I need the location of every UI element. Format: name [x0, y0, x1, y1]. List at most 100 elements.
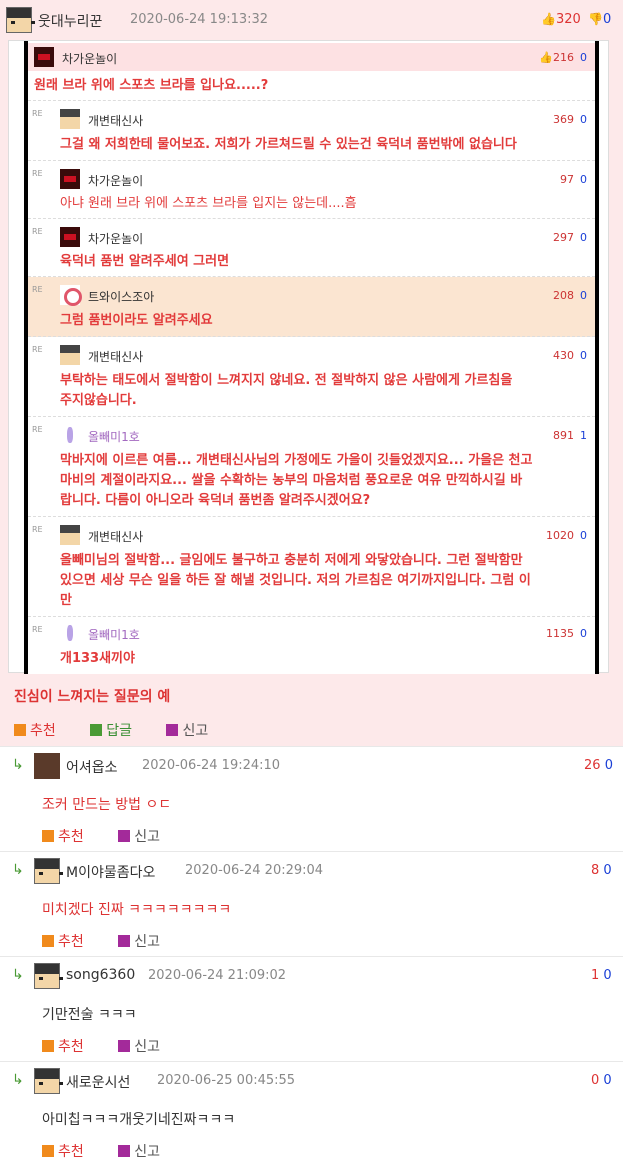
comment-votes[interactable]: 8 0 [591, 863, 612, 878]
reply-indicator-icon: RE [32, 109, 43, 118]
avatar[interactable] [34, 1068, 63, 1094]
avatar [60, 285, 82, 306]
downvote-count[interactable]: 👎0 [588, 12, 611, 27]
recommend-button[interactable]: 추천 [42, 826, 84, 846]
reply-indicator-icon: RE [32, 169, 43, 178]
comment-text-line: 만 [60, 593, 72, 608]
post-header: 웃대누리꾼 2020-06-24 19:13:32 👍320 👎0 [0, 0, 623, 40]
post-date: 2020-06-24 19:13:32 [130, 12, 269, 27]
avatar [60, 425, 80, 445]
comment-text: 조커 만드는 방법 ㅇㄷ [42, 797, 172, 813]
comment-author[interactable]: 새로운시선 [66, 1072, 130, 1092]
thread-comment: RE 차가운놀이 97 0 아냐 원래 브라 위에 스포츠 브라를 입지는 않는데… [28, 161, 595, 219]
reply-indicator-icon: RE [32, 285, 43, 294]
comment-author[interactable]: song6360 [66, 967, 135, 983]
upvote-count[interactable]: 👍320 [541, 12, 581, 27]
comment-item: ↳ song6360 2020-06-24 21:09:02 1 0 기만전술 … [0, 956, 623, 1061]
post-actions: 추천 답글 신고 [14, 720, 238, 740]
thread-comment: RE 개변태신사 430 0 부탁하는 태도에서 절박함이 느껴지지 않네요. 전… [28, 337, 595, 417]
comment-item: ↳ 어셔옵소 2020-06-24 19:24:10 26 0 조커 만드는 방… [0, 746, 623, 851]
thumb-up-icon: 👍 [541, 12, 556, 26]
report-icon [166, 724, 179, 736]
comment-text: 원래 브라 위에 스포츠 브라를 입나요.....? [34, 78, 269, 93]
comment-author: 올빼미1호 [88, 628, 140, 642]
comment-votes[interactable]: 26 0 [584, 758, 613, 773]
comment-date: 2020-06-24 20:29:04 [185, 863, 324, 878]
reply-indicator-icon: RE [32, 425, 43, 434]
thread-comment: RE 올빼미1호 891 1 막바지에 이르른 여름... 개변태신사님의 가정에… [28, 417, 595, 517]
recommend-button[interactable]: 추천 [42, 1141, 84, 1161]
comment-text: 아냐 원래 브라 위에 스포츠 브라를 입지는 않는데....흠 [60, 196, 357, 211]
thread-comment: RE 차가운놀이 297 0 육덕녀 품번 알려주세여 그러면 [28, 219, 595, 277]
comment-text-line: 주지않습니다. [60, 393, 137, 408]
avatar [60, 109, 80, 129]
avatar[interactable] [34, 858, 63, 884]
avatar [60, 623, 80, 643]
report-button[interactable]: 신고 [118, 1036, 160, 1056]
plus-icon [42, 1040, 54, 1052]
report-button[interactable]: 신고 [118, 931, 160, 951]
embedded-comment-thread: 차가운놀이 👍216 0 원래 브라 위에 스포츠 브라를 입나요.....? R… [24, 41, 599, 674]
reply-indicator-icon: RE [32, 227, 43, 236]
comment-text: 미치겠다 진짜 ㅋㅋㅋㅋㅋㅋㅋㅋ [42, 902, 232, 918]
comment-text: 기만전술 ㅋㅋㅋ [42, 1007, 137, 1023]
avatar [60, 525, 80, 545]
reply-arrow-icon: ↳ [12, 967, 24, 983]
thread-comment: RE 올빼미1호 1135 0 개133새끼야 [28, 617, 595, 674]
comment-actions: 추천 신고 [42, 931, 190, 951]
report-button[interactable]: 신고 [118, 1141, 160, 1161]
report-icon [118, 935, 131, 947]
comment-score: 1135 0 [546, 627, 587, 640]
reply-icon [90, 724, 103, 736]
comment-score: 97 0 [560, 173, 587, 186]
comment-author[interactable]: M이야물좀다오 [66, 862, 155, 882]
comment-date: 2020-06-25 00:45:55 [157, 1073, 296, 1088]
avatar [60, 345, 80, 365]
comment-votes[interactable]: 0 0 [591, 1073, 612, 1088]
report-icon [118, 1040, 131, 1052]
plus-icon [42, 830, 54, 842]
thread-comment: RE 트와이스조아 208 0 그럼 품번이라도 알려주세요 [28, 277, 595, 337]
comment-author[interactable]: 어셔옵소 [66, 757, 118, 777]
thread-top-text-row: 원래 브라 위에 스포츠 브라를 입나요.....? [28, 71, 595, 101]
avatar [60, 169, 80, 189]
reply-arrow-icon: ↳ [12, 757, 24, 773]
report-button[interactable]: 신고 [166, 720, 208, 740]
comment-score: 1020 0 [546, 529, 587, 542]
recommend-button[interactable]: 추천 [14, 720, 56, 740]
avatar[interactable] [6, 7, 35, 33]
comment-author: 트와이스조아 [88, 290, 155, 304]
recommend-button[interactable]: 추천 [42, 931, 84, 951]
comment-votes[interactable]: 1 0 [591, 968, 612, 983]
report-icon [118, 830, 131, 842]
comment-score: 208 0 [553, 289, 587, 302]
comment-text: 아미칩ㅋㅋㅋ개웃기네진짜ㅋㅋㅋ [42, 1112, 236, 1128]
plus-icon [42, 935, 54, 947]
comment-score: 430 0 [553, 349, 587, 362]
comment-author: 개변태신사 [88, 114, 144, 128]
comment-author: 차가운놀이 [62, 52, 118, 66]
avatar [34, 47, 54, 67]
avatar [60, 227, 80, 247]
comment-actions: 추천 신고 [42, 826, 190, 846]
thumb-down-icon: 👎 [588, 12, 603, 26]
avatar[interactable] [34, 753, 60, 779]
thread-top-comment: 차가운놀이 👍216 0 [28, 43, 595, 71]
embedded-screenshot: 차가운놀이 👍216 0 원래 브라 위에 스포츠 브라를 입나요.....? R… [8, 40, 609, 674]
comment-author: 개변태신사 [88, 350, 144, 364]
comment-date: 2020-06-24 21:09:02 [148, 968, 287, 983]
comment-author: 차가운놀이 [88, 232, 144, 246]
report-button[interactable]: 신고 [118, 826, 160, 846]
reply-indicator-icon: RE [32, 525, 43, 534]
recommend-button[interactable]: 추천 [42, 1036, 84, 1056]
thread-comment: RE 개변태신사 369 0 그걸 왜 저희한테 물어보죠. 저희가 가르쳐드릴 … [28, 101, 595, 161]
comment-date: 2020-06-24 19:24:10 [142, 758, 281, 773]
reply-arrow-icon: ↳ [12, 862, 24, 878]
thread-comment: RE 개변태신사 1020 0 올빼미님의 절박함... 글임에도 불구하고 충분… [28, 517, 595, 617]
post-author[interactable]: 웃대누리꾼 [38, 11, 102, 31]
avatar[interactable] [34, 963, 63, 989]
comment-score: 👍216 0 [539, 51, 587, 64]
reply-button[interactable]: 답글 [90, 720, 132, 740]
report-icon [118, 1145, 131, 1157]
comment-score: 891 1 [553, 429, 587, 442]
